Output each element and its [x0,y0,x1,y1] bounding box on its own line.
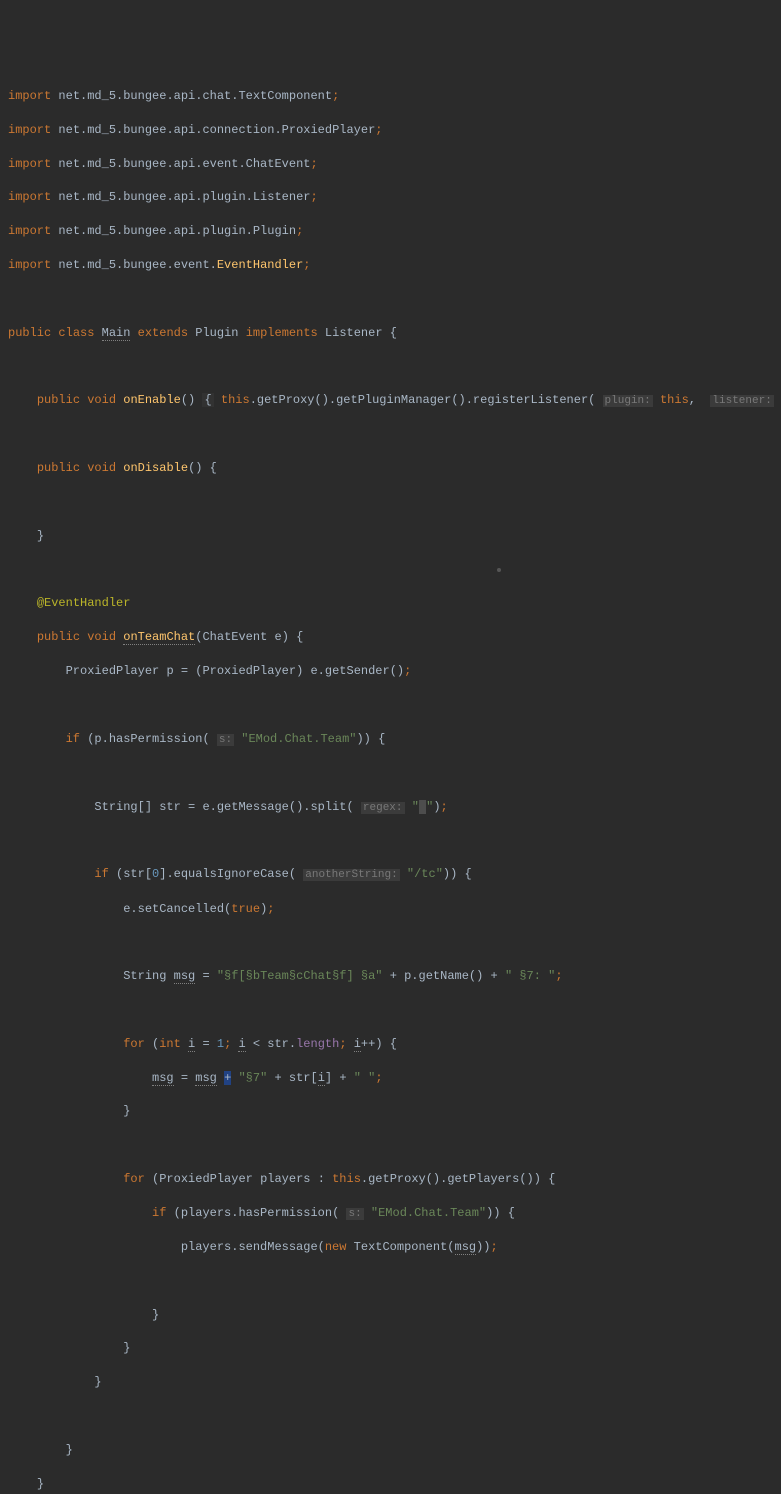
if-statement: if (str[0].equalsIgnoreCase( anotherStri… [0,866,781,883]
close-brace: } [0,528,781,545]
param-hint: listener: [710,395,773,407]
method-ondisable: public void onDisable() { [0,460,781,477]
import-line: import net.md_5.bungee.api.plugin.Plugin… [0,223,781,240]
annotation: @EventHandler [0,595,781,612]
param-hint: s: [217,734,234,746]
blank-line [0,697,781,714]
blank-line [0,1137,781,1154]
param-hint: plugin: [603,395,653,407]
import-line: import net.md_5.bungee.api.chat.TextComp… [0,88,781,105]
close-brace: } [0,1340,781,1357]
close-brace: } [0,1442,781,1459]
blank-line [0,833,781,850]
var-declaration: String[] str = e.getMessage().split( reg… [0,799,781,816]
method-onenable: public void onEnable() { this.getProxy()… [0,392,781,409]
param-hint: s: [346,1208,363,1220]
blank-line [0,934,781,951]
statement: players.sendMessage(new TextComponent(ms… [0,1239,781,1256]
blank-line [0,562,781,579]
statement: e.setCancelled(true); [0,901,781,918]
statement: msg = msg + "§7" + str[i] + " "; [0,1070,781,1087]
param-hint: anotherString: [303,869,399,881]
import-line: import net.md_5.bungee.event.EventHandle… [0,257,781,274]
blank-line [0,765,781,782]
param-hint: regex: [361,802,405,814]
import-line: import net.md_5.bungee.api.plugin.Listen… [0,189,781,206]
close-brace: } [0,1374,781,1391]
blank-line [0,1002,781,1019]
import-line: import net.md_5.bungee.api.connection.Pr… [0,122,781,139]
blank-line [0,1408,781,1425]
if-statement: if (p.hasPermission( s: "EMod.Chat.Team"… [0,731,781,748]
blank-line [0,1273,781,1290]
if-statement: if (players.hasPermission( s: "EMod.Chat… [0,1205,781,1222]
blank-line [0,494,781,511]
blank-line [0,358,781,375]
for-loop: for (int i = 1; i < str.length; i++) { [0,1036,781,1053]
blank-line [0,426,781,443]
var-declaration: ProxiedPlayer p = (ProxiedPlayer) e.getS… [0,663,781,680]
method-onteamchat: public void onTeamChat(ChatEvent e) { [0,629,781,646]
close-brace: } [0,1103,781,1120]
blank-line [0,291,781,308]
var-declaration: String msg = "§f[§bTeam§cChat§f] §a" + p… [0,968,781,985]
close-brace: } [0,1476,781,1493]
close-brace: } [0,1307,781,1324]
import-line: import net.md_5.bungee.api.event.ChatEve… [0,156,781,173]
for-loop: for (ProxiedPlayer players : this.getPro… [0,1171,781,1188]
breakpoint-dot-icon [497,568,501,572]
code-editor[interactable]: import net.md_5.bungee.api.chat.TextComp… [0,71,781,1494]
class-declaration: public class Main extends Plugin impleme… [0,325,781,342]
